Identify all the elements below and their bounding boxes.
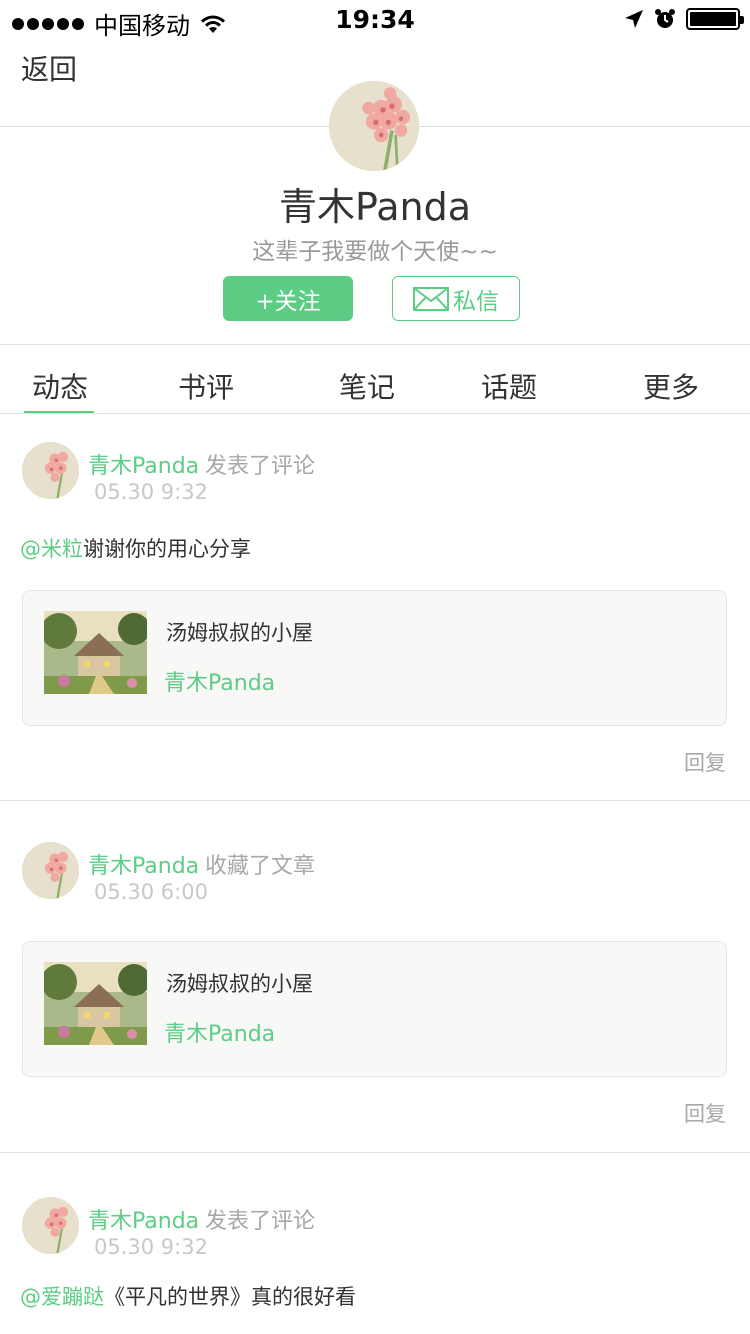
feed-user-name[interactable]: 青木Panda bbox=[88, 848, 199, 880]
battery-icon bbox=[686, 8, 744, 30]
mention-link[interactable]: @爱蹦跶 bbox=[20, 1285, 104, 1309]
tab-topics[interactable]: 话题 bbox=[481, 366, 537, 406]
tab-notes[interactable]: 笔记 bbox=[339, 366, 395, 406]
tab-dynamics[interactable]: 动态 bbox=[32, 366, 88, 406]
status-bar-right bbox=[624, 8, 744, 30]
feed-action: 收藏了文章 bbox=[205, 854, 316, 879]
profile-bio: 这辈子我要做个天使~~ bbox=[252, 239, 498, 265]
status-bar: 中国移动 19:34 bbox=[0, 0, 750, 40]
follow-button[interactable]: +关注 bbox=[223, 276, 353, 321]
feed-comment-text: @爱蹦跶《平凡的世界》真的很好看 bbox=[20, 1281, 356, 1311]
article-title: 汤姆叔叔的小屋 bbox=[166, 972, 313, 996]
feed-action: 发表了评论 bbox=[205, 1209, 316, 1234]
feed-user-name[interactable]: 青木Panda bbox=[88, 1203, 199, 1235]
alarm-clock-icon bbox=[655, 9, 675, 28]
tab-book-reviews[interactable]: 书评 bbox=[178, 366, 234, 406]
feed-user-name[interactable]: 青木Panda bbox=[88, 448, 199, 480]
article-author[interactable]: 青木Panda bbox=[164, 665, 275, 697]
back-button[interactable]: 返回 bbox=[21, 48, 77, 88]
feed-action: 发表了评论 bbox=[205, 454, 316, 479]
profile-divider bbox=[0, 344, 750, 345]
tab-more[interactable]: 更多 bbox=[643, 366, 699, 406]
article-author[interactable]: 青木Panda bbox=[164, 1016, 275, 1048]
reply-button[interactable]: 回复 bbox=[684, 1098, 726, 1128]
mail-icon bbox=[413, 286, 449, 311]
article-card[interactable]: 汤姆叔叔的小屋 青木Panda bbox=[22, 941, 727, 1077]
article-title: 汤姆叔叔的小屋 bbox=[166, 621, 313, 645]
message-button[interactable]: 私信 bbox=[392, 276, 520, 321]
profile-avatar[interactable] bbox=[329, 81, 419, 171]
mention-link[interactable]: @米粒 bbox=[20, 537, 83, 561]
location-arrow-icon bbox=[625, 10, 643, 28]
profile-name: 青木Panda bbox=[279, 185, 471, 229]
feed-avatar[interactable] bbox=[22, 1197, 79, 1254]
feed-avatar[interactable] bbox=[22, 442, 79, 499]
article-card[interactable]: 汤姆叔叔的小屋 青木Panda bbox=[22, 590, 727, 726]
article-thumbnail bbox=[44, 611, 147, 694]
tabs-divider bbox=[0, 413, 750, 414]
feed-divider bbox=[0, 800, 750, 801]
feed-time: 05.30 9:32 bbox=[94, 480, 208, 504]
feed-time: 05.30 9:32 bbox=[94, 1235, 208, 1259]
feed-divider bbox=[0, 1152, 750, 1153]
feed-comment-text: @米粒谢谢你的用心分享 bbox=[20, 533, 251, 563]
message-button-label: 私信 bbox=[453, 288, 499, 315]
comment-body: 谢谢你的用心分享 bbox=[83, 537, 251, 561]
feed-time: 05.30 6:00 bbox=[94, 880, 208, 904]
article-thumbnail bbox=[44, 962, 147, 1045]
comment-body: 《平凡的世界》真的很好看 bbox=[104, 1285, 356, 1309]
reply-button[interactable]: 回复 bbox=[684, 747, 726, 777]
feed-avatar[interactable] bbox=[22, 842, 79, 899]
